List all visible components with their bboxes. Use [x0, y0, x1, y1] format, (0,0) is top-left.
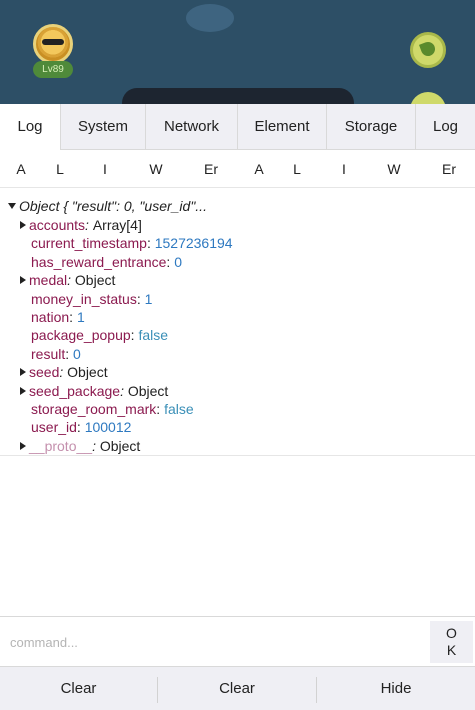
entry-value: Object — [74, 272, 116, 289]
log-entry[interactable]: seed: Object — [20, 363, 108, 381]
entry-value: 1 — [76, 309, 85, 325]
entry-value: 1527236194 — [154, 235, 233, 252]
ok-label-line1: O — [446, 625, 457, 641]
entry-key: user_id — [31, 419, 77, 436]
entry-value: 0 — [73, 345, 81, 362]
filter-log[interactable]: L — [47, 150, 73, 188]
expand-triangle-icon[interactable] — [20, 276, 26, 285]
entry-separator: : — [146, 235, 155, 252]
log-entry: has_reward_entrance: 0 — [31, 253, 182, 271]
expand-triangle-icon[interactable] — [20, 441, 26, 450]
entry-key: current_timestamp — [31, 235, 147, 252]
entry-separator: : — [69, 309, 77, 325]
entry-separator: : — [136, 290, 145, 307]
log-output: Object { "result": 0, "user_id"... accou… — [0, 188, 475, 456]
log-entry: nation: 1 — [31, 308, 85, 326]
entry-separator: : — [156, 401, 165, 417]
log-object-header[interactable]: Object { "result": 0, "user_id"... — [8, 197, 207, 215]
entry-separator: : — [120, 382, 128, 399]
entry-key: package_popup — [31, 327, 131, 344]
entry-key: has_reward_entrance — [31, 253, 167, 270]
entry-key: seed_package — [29, 382, 121, 399]
entry-key: money_in_status — [31, 290, 137, 307]
log-entry: storage_room_mark: false — [31, 400, 194, 418]
filter-info[interactable]: I — [92, 150, 118, 188]
filter-all-2[interactable]: A — [246, 150, 272, 188]
entry-key: medal — [29, 272, 68, 289]
tab-log[interactable]: Log — [0, 104, 61, 150]
log-entry: result: 0 — [31, 345, 81, 363]
console-panel: Log System Network Element Storage Log A… — [0, 104, 475, 710]
command-bar: O K — [0, 616, 475, 667]
filter-error[interactable]: Er — [196, 150, 226, 188]
object-summary: Object { "result": 0, "user_id"... — [19, 198, 207, 214]
log-entry[interactable]: __proto__: Object — [20, 437, 140, 455]
tab-network[interactable]: Network — [146, 104, 238, 150]
entry-key: result — [31, 345, 66, 362]
player-avatar[interactable]: Lv89 — [30, 22, 76, 82]
collapse-triangle-icon — [8, 203, 16, 209]
log-entry[interactable]: medal: Object — [20, 271, 115, 289]
entry-key: __proto__ — [29, 437, 93, 454]
tab-storage[interactable]: Storage — [327, 104, 416, 150]
entry-key: seed — [29, 364, 60, 381]
filter-error-2[interactable]: Er — [434, 150, 464, 188]
entry-value: 1 — [144, 290, 153, 307]
entry-separator: : — [76, 419, 85, 436]
entry-separator: : — [59, 364, 68, 381]
entry-value: 0 — [174, 253, 182, 270]
ok-label-line2: K — [446, 642, 457, 658]
command-input[interactable] — [0, 617, 430, 667]
entry-key: nation — [31, 309, 70, 325]
entry-separator: : — [92, 437, 100, 454]
log-entry: money_in_status: 1 — [31, 290, 152, 308]
log-entry[interactable]: accounts: Array[4] — [20, 216, 142, 234]
tab-system[interactable]: System — [61, 104, 146, 150]
hide-button[interactable]: Hide — [317, 667, 475, 710]
entry-value: Array[4] — [92, 217, 142, 233]
entry-key: storage_room_mark — [31, 401, 157, 417]
expand-triangle-icon[interactable] — [20, 386, 26, 395]
log-entry: current_timestamp: 1527236194 — [31, 234, 233, 252]
filter-log-2[interactable]: L — [284, 150, 310, 188]
bottom-toolbar: Clear Clear Hide — [0, 666, 475, 710]
log-entry[interactable]: seed_package: Object — [20, 382, 168, 400]
filter-all[interactable]: A — [8, 150, 34, 188]
console-tabbar: Log System Network Element Storage Log — [0, 104, 475, 150]
filter-warn-2[interactable]: W — [381, 150, 407, 188]
tab-log-2[interactable]: Log — [416, 104, 475, 150]
filter-warn[interactable]: W — [143, 150, 169, 188]
entry-key: accounts — [29, 217, 86, 233]
entry-separator: : — [65, 345, 74, 362]
level-badge: Lv89 — [33, 61, 73, 78]
tab-element[interactable]: Element — [238, 104, 327, 150]
ok-button[interactable]: O K — [430, 621, 473, 663]
entry-value: Object — [127, 382, 169, 399]
entry-value: 100012 — [84, 419, 132, 436]
sunglasses-icon — [42, 39, 64, 45]
clear-button[interactable]: Clear — [0, 667, 157, 710]
expand-triangle-icon[interactable] — [20, 368, 26, 377]
expand-triangle-icon[interactable] — [20, 221, 26, 229]
filter-info-2[interactable]: I — [331, 150, 357, 188]
log-level-filters: A L I W Er A L I W Er — [0, 150, 475, 188]
leaf-button[interactable] — [410, 32, 446, 68]
entry-value: Object — [67, 364, 108, 381]
entry-value: Object — [99, 437, 141, 454]
cloud-decoration — [186, 4, 234, 32]
log-entry: user_id: 100012 — [31, 418, 131, 436]
entry-value: false — [138, 327, 169, 344]
clear-button-2[interactable]: Clear — [158, 667, 316, 710]
entry-separator: : — [85, 217, 93, 233]
log-entry: package_popup: false — [31, 326, 168, 344]
entry-value: false — [164, 401, 194, 417]
entry-separator: : — [67, 272, 75, 289]
game-background: Lv89 — [0, 0, 475, 106]
